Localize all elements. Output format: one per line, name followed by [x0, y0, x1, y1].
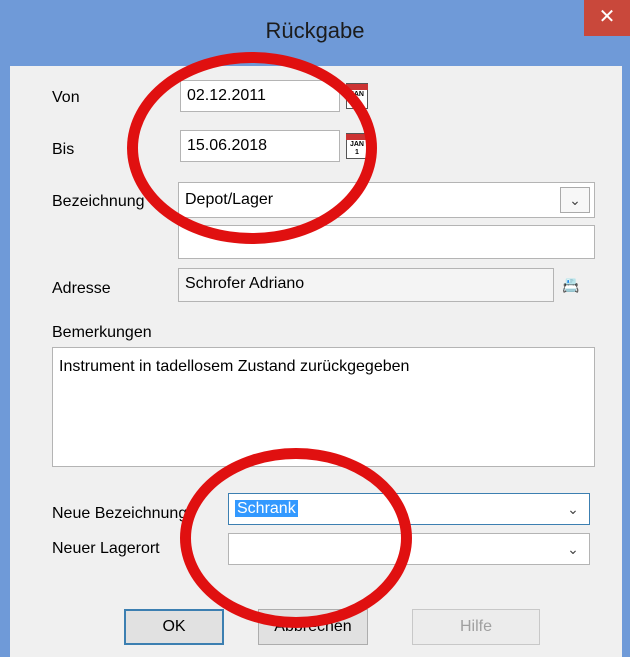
- bezeichnung-dropdown-icon[interactable]: ⌄: [560, 187, 590, 213]
- bis-label: Bis: [52, 141, 75, 158]
- address-book-icon[interactable]: 📇: [556, 270, 586, 300]
- calendar-month: JAN: [349, 91, 364, 98]
- dialog-title: Rückgabe: [265, 18, 365, 43]
- von-label: Von: [52, 89, 80, 106]
- close-button[interactable]: ✕: [584, 0, 630, 36]
- calendar-day: 1: [355, 99, 359, 106]
- adresse-input[interactable]: Schrofer Adriano: [178, 268, 554, 302]
- neue-bezeichnung-dropdown-icon[interactable]: ⌄: [558, 497, 588, 521]
- von-date-input[interactable]: 02.12.2011: [180, 80, 340, 112]
- adresse-label: Adresse: [52, 280, 111, 297]
- bezeichnung-label: Bezeichnung: [52, 193, 145, 210]
- bezeichnung-second-input[interactable]: [178, 225, 595, 259]
- bezeichnung-combobox[interactable]: Depot/Lager: [178, 182, 595, 218]
- calendar-month: JAN: [349, 141, 364, 148]
- title-bar[interactable]: Rückgabe ✕: [0, 0, 630, 66]
- neuer-lagerort-combobox[interactable]: [228, 533, 590, 565]
- ok-button[interactable]: OK: [124, 609, 224, 645]
- calendar-day: 1: [355, 149, 359, 156]
- neuer-lagerort-label: Neuer Lagerort: [52, 540, 160, 557]
- neuer-lagerort-dropdown-icon[interactable]: ⌄: [558, 537, 588, 561]
- bis-calendar-icon[interactable]: JAN 1: [346, 133, 368, 159]
- von-calendar-icon[interactable]: JAN 1: [346, 83, 368, 109]
- bis-date-input[interactable]: 15.06.2018: [180, 130, 340, 162]
- cancel-button[interactable]: Abbrechen: [258, 609, 368, 645]
- bemerkungen-textarea[interactable]: Instrument in tadellosem Zustand zurückg…: [52, 347, 595, 467]
- neue-bezeichnung-label: Neue Bezeichnung: [52, 505, 188, 522]
- help-button[interactable]: Hilfe: [412, 609, 540, 645]
- neue-bezeichnung-combobox[interactable]: Schrank: [228, 493, 590, 525]
- neue-bezeichnung-value: Schrank: [235, 500, 298, 517]
- bemerkungen-label: Bemerkungen: [52, 324, 152, 341]
